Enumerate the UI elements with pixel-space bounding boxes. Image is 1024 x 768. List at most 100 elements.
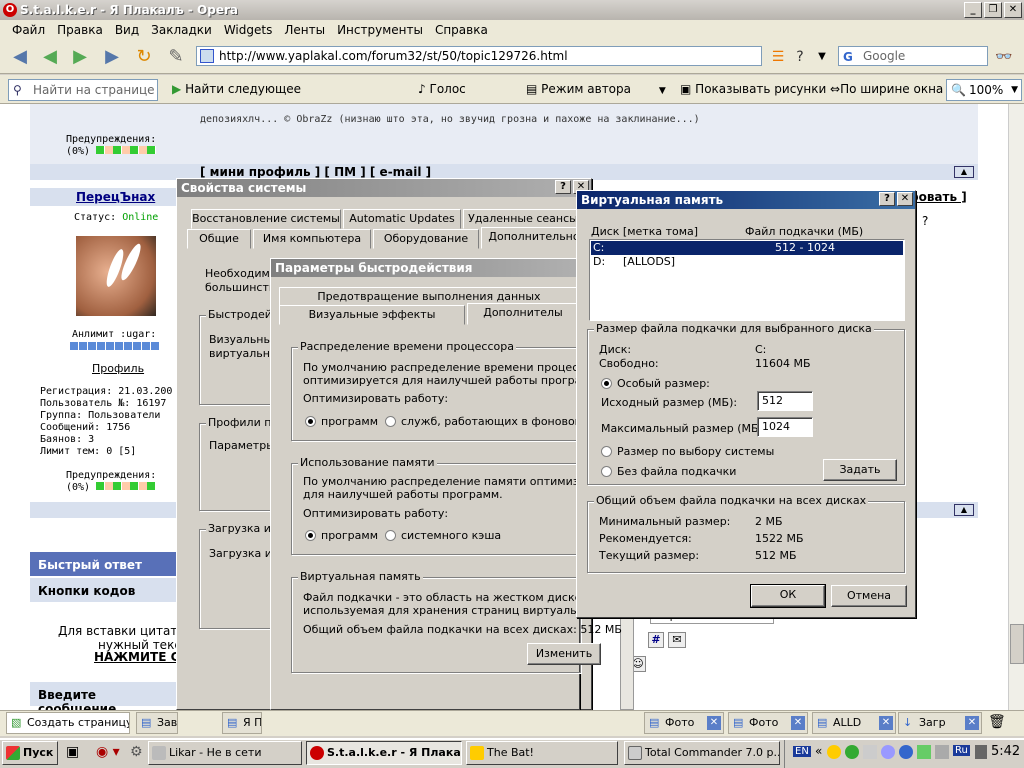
- tray-network-icon[interactable]: [881, 745, 895, 759]
- save-icon[interactable]: ▣: [66, 744, 79, 760]
- start-button[interactable]: Пуск: [2, 741, 58, 765]
- tray-icq-icon[interactable]: [845, 745, 859, 759]
- edit-post-link[interactable]: ровать ]: [910, 190, 967, 204]
- menu-view[interactable]: Вид: [109, 23, 145, 37]
- quick-reply-header[interactable]: Быстрый ответ: [30, 552, 180, 576]
- drive-list[interactable]: C: 512 - 1024 D: [ALLODS]: [589, 239, 905, 321]
- tray-arrows-icon[interactable]: «: [815, 744, 822, 758]
- find-next-button[interactable]: ▶ Найти следующее: [172, 82, 301, 96]
- restore-icon[interactable]: ❐: [984, 2, 1002, 18]
- forward-icon[interactable]: ▶: [68, 46, 92, 68]
- rss-icon[interactable]: ☰: [766, 46, 790, 68]
- binoculars-icon[interactable]: 👓: [992, 46, 1016, 68]
- find-input[interactable]: ⚲ Найти на странице: [8, 79, 158, 101]
- profile-links[interactable]: [ мини профиль ] [ ПМ ] [ e-mail ]: [200, 165, 431, 179]
- close-icon[interactable]: ✕: [879, 716, 893, 730]
- tray-device-icon[interactable]: [975, 745, 987, 759]
- tab-computer-name[interactable]: Имя компьютера: [253, 229, 371, 249]
- tab-foto-1[interactable]: ▤ Фото ✕: [644, 712, 724, 734]
- page-scrollbar[interactable]: [1008, 104, 1024, 710]
- chevron-down-icon[interactable]: ▼: [659, 86, 666, 96]
- voice-button[interactable]: ♪ Голос: [418, 82, 466, 96]
- reload-icon[interactable]: ↻: [132, 46, 156, 68]
- change-button[interactable]: Изменить: [527, 643, 601, 665]
- tab-hardware[interactable]: Оборудование: [373, 229, 479, 249]
- memory-programs-radio[interactable]: программ: [305, 529, 378, 542]
- initial-size-input[interactable]: 512: [757, 391, 813, 411]
- tab-remote[interactable]: Удаленные сеансы: [463, 209, 583, 229]
- tab-automatic-updates[interactable]: Automatic Updates: [343, 209, 461, 229]
- scroll-up-icon[interactable]: ▲: [954, 166, 974, 178]
- menu-help[interactable]: Справка: [429, 23, 494, 37]
- tab-zavod[interactable]: ▤Заво: [136, 712, 178, 734]
- minimize-icon[interactable]: _: [964, 2, 982, 18]
- window-titlebar[interactable]: O S.t.a.l.k.e.r - Я Плакалъ - Opera _ ❐ …: [0, 0, 1024, 20]
- tray-qip-icon[interactable]: [899, 745, 913, 759]
- edit-icon[interactable]: ✎: [164, 46, 188, 68]
- memory-cache-radio[interactable]: системного кэша: [385, 529, 501, 542]
- help-icon[interactable]: ?: [788, 46, 812, 68]
- help-icon[interactable]: ?: [555, 180, 571, 194]
- rewind-icon[interactable]: ◀: [38, 46, 62, 68]
- custom-size-radio[interactable]: Особый размер:: [601, 377, 710, 390]
- menu-bookmarks[interactable]: Закладки: [145, 23, 218, 37]
- virtual-memory-titlebar[interactable]: Виртуальная память ? ✕: [577, 191, 915, 209]
- close-icon[interactable]: ✕: [1004, 2, 1022, 18]
- hash-icon[interactable]: #: [648, 632, 664, 648]
- scrollbar-thumb[interactable]: [1010, 624, 1024, 664]
- cpu-programs-radio[interactable]: программ: [305, 415, 378, 428]
- tab-downloads[interactable]: ↓ Загр ✕: [898, 712, 982, 734]
- language-indicator[interactable]: EN: [793, 746, 811, 757]
- menu-file[interactable]: Файл: [6, 23, 51, 37]
- tools-icon[interactable]: ⚙: [130, 744, 143, 760]
- tab-advanced[interactable]: Дополнительно: [481, 227, 587, 249]
- keyboard-layout[interactable]: Ru: [953, 745, 970, 756]
- close-icon[interactable]: ✕: [791, 716, 805, 730]
- tray-speaker-icon[interactable]: [935, 745, 949, 759]
- drive-row-d[interactable]: D: [ALLODS]: [591, 255, 903, 269]
- zoom-select[interactable]: 🔍 100% ▼: [946, 79, 1022, 101]
- help-icon[interactable]: ?: [879, 192, 895, 206]
- tab-general[interactable]: Общие: [187, 229, 251, 249]
- task-likar[interactable]: Likar - Не в сети: [148, 741, 302, 765]
- address-input[interactable]: http://www.yaplakal.com/forum32/st/50/to…: [196, 46, 762, 66]
- tray-mail-icon[interactable]: [863, 745, 877, 759]
- ok-button[interactable]: ОК: [750, 584, 826, 608]
- menu-edit[interactable]: Правка: [51, 23, 109, 37]
- task-thebat[interactable]: The Bat!: [466, 741, 618, 765]
- cancel-button[interactable]: Отмена: [831, 585, 907, 607]
- menu-tools[interactable]: Инструменты: [331, 23, 429, 37]
- system-properties-titlebar[interactable]: Свойства системы ? ✕: [177, 179, 591, 197]
- comment-icon[interactable]: ✉: [668, 632, 686, 648]
- username[interactable]: ПерецЪнах: [76, 190, 155, 204]
- tab-advanced-perf[interactable]: Дополнителы: [467, 303, 579, 325]
- menu-widgets[interactable]: Widgets: [218, 23, 279, 37]
- trash-icon[interactable]: 🗑: [988, 714, 1006, 730]
- tab-new-page[interactable]: ▧ Создать страницу: [6, 712, 130, 734]
- fit-width-button[interactable]: ⇔По ширине окна: [830, 82, 943, 96]
- profile-link[interactable]: Профиль: [92, 362, 144, 375]
- back-icon[interactable]: ◀: [8, 46, 32, 68]
- performance-options-titlebar[interactable]: Параметры быстродействия: [271, 259, 579, 277]
- task-opera[interactable]: S.t.a.l.k.e.r - Я Плака...: [306, 741, 462, 765]
- tab-visual-effects[interactable]: Визуальные эффекты: [279, 305, 465, 325]
- no-pagefile-radio[interactable]: Без файла подкачки: [601, 465, 736, 478]
- show-images-button[interactable]: ▣ Показывать рисунки: [680, 82, 826, 96]
- author-mode-button[interactable]: ▤ Режим автора ▼: [526, 82, 666, 96]
- tab-system-restore[interactable]: Восстановление системы: [191, 209, 341, 229]
- fast-forward-icon[interactable]: ▶: [100, 46, 124, 68]
- drive-row-c[interactable]: C: 512 - 1024: [591, 241, 903, 255]
- close-icon[interactable]: ✕: [965, 716, 979, 730]
- close-icon[interactable]: ✕: [707, 716, 721, 730]
- cpu-services-radio[interactable]: служб, работающих в фоновом ре: [385, 415, 600, 428]
- tab-allods[interactable]: ▤ ALLD ✕: [812, 712, 896, 734]
- dropdown-icon[interactable]: ▼: [810, 46, 834, 68]
- quote-link[interactable]: НАЖМИТЕ СІ: [94, 650, 184, 664]
- tray-smiley-icon[interactable]: [827, 745, 841, 759]
- menu-feeds[interactable]: Ленты: [278, 23, 331, 37]
- media-icon[interactable]: ◉ ▾: [96, 744, 120, 760]
- tab-foto-2[interactable]: ▤ Фото ✕: [728, 712, 808, 734]
- search-input[interactable]: G Google: [838, 46, 988, 66]
- system-size-radio[interactable]: Размер по выбору системы: [601, 445, 774, 458]
- tab-yaplakal[interactable]: ▤Я Пл: [222, 712, 262, 734]
